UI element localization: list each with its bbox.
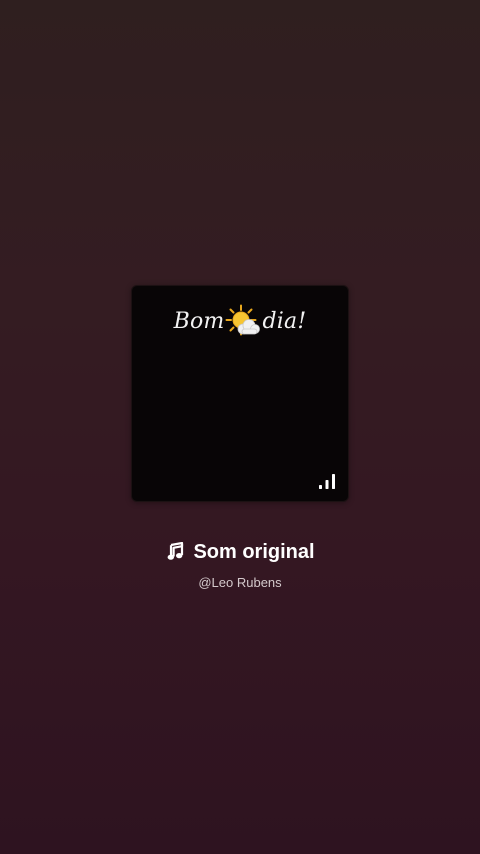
sound-title: Som original (193, 540, 315, 563)
music-note-icon (168, 542, 184, 560)
signal-bars-icon (319, 474, 335, 489)
sound-artist-link[interactable]: @Leo Rubens (0, 575, 480, 590)
sound-cover-art[interactable]: Bom dia! (131, 285, 349, 502)
cover-caption: Bom dia! (132, 304, 348, 338)
sound-page: Bom dia! Som original @Leo Rubens (0, 0, 480, 854)
sound-title-row: Som original (0, 538, 480, 566)
cover-caption-word-bom: Bom (173, 308, 225, 334)
sun-behind-cloud-icon (225, 304, 261, 336)
cover-caption-word-dia: dia! (262, 308, 307, 334)
